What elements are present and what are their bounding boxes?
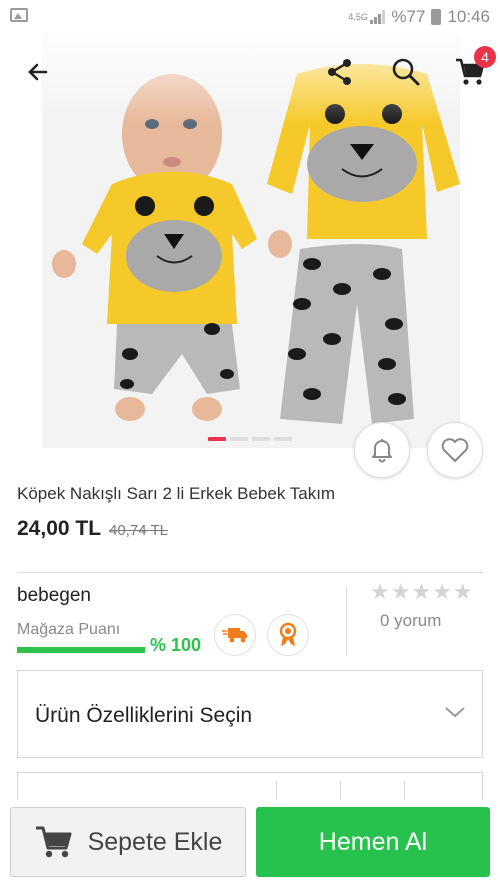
cart-button[interactable]: 4: [450, 46, 496, 92]
product-image-gallery[interactable]: 4: [0, 34, 500, 448]
page-dot[interactable]: [230, 437, 248, 441]
shopping-cart-icon: [35, 826, 72, 858]
options-label: Ürün Özelliklerini Seçin: [35, 704, 253, 727]
add-to-cart-button[interactable]: Sepete Ekle: [10, 807, 246, 877]
clock: 10:46: [447, 7, 490, 26]
search-button[interactable]: [386, 52, 426, 92]
add-to-cart-label: Sepete Ekle: [87, 827, 223, 856]
bell-icon: [372, 439, 392, 463]
share-button[interactable]: [320, 52, 360, 92]
rating-stars: ★ ★ ★ ★ ★: [370, 579, 473, 605]
old-price: 40,74 TL: [109, 522, 168, 539]
page-dot[interactable]: [252, 437, 270, 441]
star-icon: ★: [411, 579, 432, 604]
favorite-button[interactable]: [427, 422, 483, 478]
star-icon: ★: [390, 579, 411, 604]
vertical-divider: [346, 586, 347, 656]
current-price: 24,00 TL: [17, 517, 102, 540]
heart-icon: [441, 438, 469, 462]
star-icon: ★: [370, 579, 390, 604]
fast-shipping-badge[interactable]: [214, 614, 256, 656]
buy-now-button[interactable]: Hemen Al: [256, 807, 490, 877]
store-score-fill: [17, 647, 145, 653]
star-icon: ★: [432, 579, 452, 604]
battery-percent: %77: [391, 7, 426, 26]
signal-icon: [370, 10, 386, 24]
cart-count-badge: 4: [474, 46, 496, 68]
divider: [17, 572, 483, 573]
price-row: 24,00 TL 40,74 TL: [17, 517, 168, 541]
delivery-truck-icon: [222, 628, 247, 643]
store-score-label: Mağaza Puanı: [17, 621, 121, 638]
product-title: Köpek Nakışlı Sarı 2 li Erkek Bebek Takı…: [17, 484, 336, 503]
store-score-bar: [17, 647, 145, 653]
product-detail-screen: 4.5G %77 10:46 4 Köpek Nakışlı Sarı 2 li…: [0, 0, 500, 888]
battery-icon: [431, 9, 442, 25]
bottom-action-bar: Sepete Ekle Hemen Al: [0, 800, 500, 888]
back-button[interactable]: [18, 52, 58, 92]
gallery-pagination: [208, 437, 292, 441]
arrow-left-icon: [28, 63, 48, 81]
search-icon: [392, 58, 420, 86]
page-dot[interactable]: [274, 437, 292, 441]
chevron-down-icon: [445, 707, 465, 718]
award-ribbon-icon: [279, 622, 297, 646]
product-options-selector[interactable]: Ürün Özelliklerini Seçin: [17, 670, 483, 758]
review-count[interactable]: 0 yorum: [380, 611, 441, 631]
seller-name[interactable]: bebegen: [17, 585, 91, 607]
network-type: 4.5G: [348, 11, 368, 22]
share-icon: [328, 59, 351, 85]
status-bar: 4.5G %77 10:46: [0, 0, 500, 34]
quality-seller-badge[interactable]: [267, 614, 309, 656]
buy-now-label: Hemen Al: [318, 827, 428, 856]
gallery-notification-icon: [10, 8, 28, 22]
star-icon: ★: [452, 579, 473, 604]
store-score-value: % 100: [150, 635, 202, 655]
price-alert-button[interactable]: [354, 422, 410, 478]
page-dot[interactable]: [208, 437, 226, 441]
